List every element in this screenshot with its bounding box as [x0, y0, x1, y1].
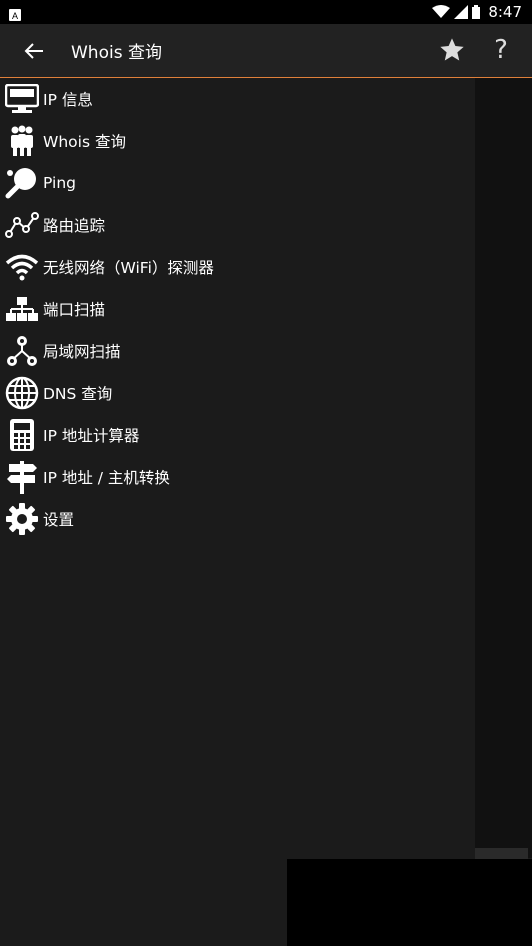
main-content-area	[475, 78, 532, 858]
menu-item-traceroute[interactable]: 路由追踪	[0, 204, 475, 246]
menu-item-whois[interactable]: Whois 查询	[0, 120, 475, 162]
battery-icon	[472, 5, 481, 19]
lan-icon	[4, 333, 40, 369]
menu-item-dns[interactable]: DNS 查询	[0, 372, 475, 414]
app-bar: Whois 查询 ?	[0, 24, 532, 78]
arrow-back-icon	[24, 43, 43, 59]
menu-item-label: 路由追踪	[43, 217, 106, 235]
clock: 8:47	[488, 3, 522, 21]
menu-item-label: IP 地址计算器	[43, 427, 140, 445]
gear-icon	[4, 501, 40, 537]
wifi-icon	[4, 249, 40, 285]
status-bar: A 8:47	[0, 0, 532, 24]
signpost-icon	[4, 459, 40, 495]
help-button[interactable]: ?	[487, 32, 515, 68]
menu-item-wifi[interactable]: 无线网络（WiFi）探测器	[0, 246, 475, 288]
menu-item-port-scan[interactable]: 端口扫描	[0, 288, 475, 330]
menu-item-label: DNS 查询	[43, 385, 113, 403]
route-icon	[4, 207, 40, 243]
ping-pong-icon	[4, 165, 40, 201]
wifi-signal-icon	[432, 5, 451, 18]
menu-item-label: 端口扫描	[43, 301, 106, 319]
star-icon	[440, 38, 464, 61]
globe-icon	[4, 375, 40, 411]
network-icon	[4, 291, 40, 327]
navigation-drawer: IP 信息 Whois 查询 Ping 路由追踪 无线网络（WiFi）探测器 端…	[0, 78, 475, 946]
menu-item-label: 局域网扫描	[43, 343, 121, 361]
monitor-icon	[4, 81, 40, 117]
menu-item-label: 设置	[43, 511, 75, 529]
calculator-icon	[4, 417, 40, 453]
cell-signal-icon	[454, 5, 469, 19]
menu-item-label: IP 信息	[43, 91, 93, 109]
black-overlay	[287, 859, 532, 946]
menu-item-settings[interactable]: 设置	[0, 498, 475, 540]
favorite-button[interactable]	[438, 36, 466, 64]
menu-item-ip-host-convert[interactable]: IP 地址 / 主机转换	[0, 456, 475, 498]
content-edge	[475, 848, 528, 859]
question-mark-icon: ?	[494, 35, 508, 65]
menu-item-label: 无线网络（WiFi）探测器	[43, 259, 214, 277]
people-icon	[4, 123, 40, 159]
menu-item-label: IP 地址 / 主机转换	[43, 469, 170, 487]
svg-text:A: A	[12, 11, 18, 21]
notification-icon: A	[9, 6, 21, 21]
menu-item-label: Whois 查询	[43, 133, 126, 151]
menu-item-lan-scan[interactable]: 局域网扫描	[0, 330, 475, 372]
status-icons: 8:47	[432, 0, 522, 24]
page-title: Whois 查询	[71, 43, 162, 63]
back-button[interactable]	[18, 36, 50, 66]
menu-item-ip-calculator[interactable]: IP 地址计算器	[0, 414, 475, 456]
menu-item-ping[interactable]: Ping	[0, 162, 475, 204]
menu-item-ip-info[interactable]: IP 信息	[0, 78, 475, 120]
menu-item-label: Ping	[43, 174, 76, 192]
